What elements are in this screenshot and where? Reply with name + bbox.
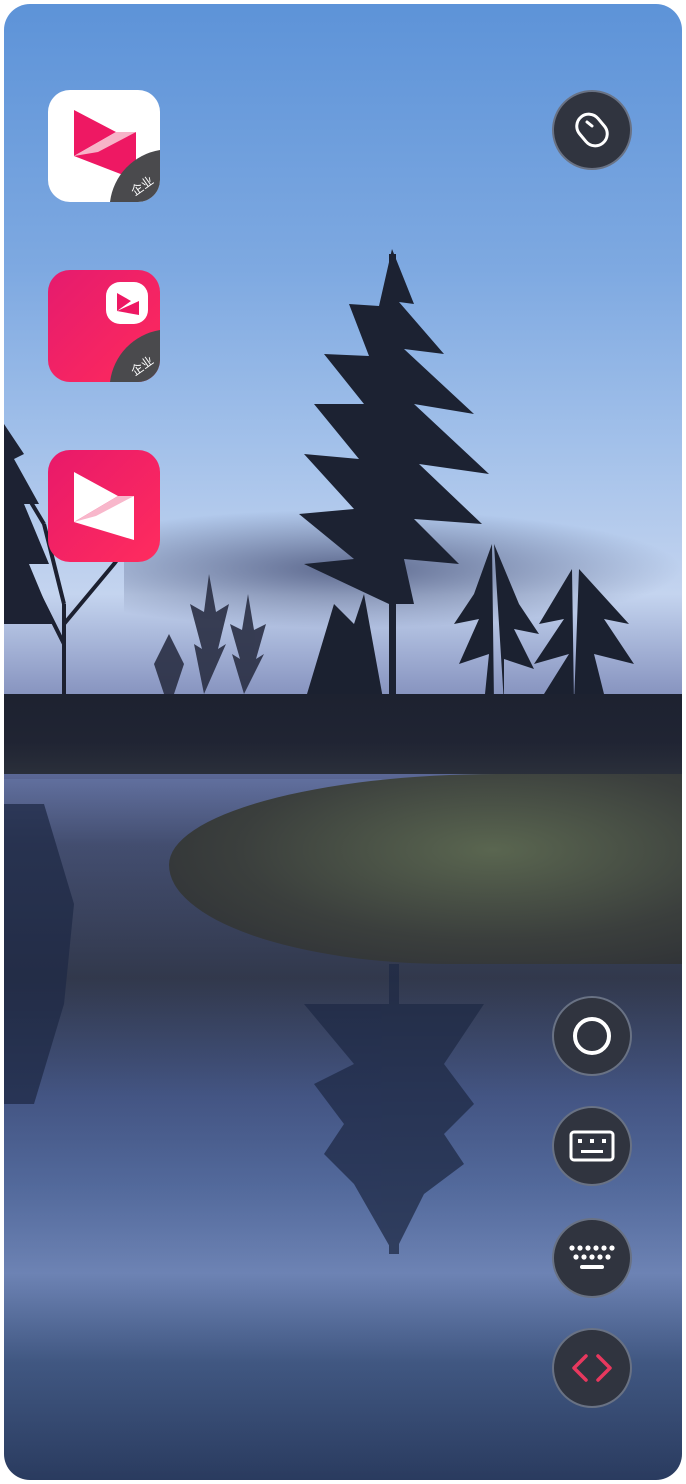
media-app-icon[interactable] <box>48 450 160 562</box>
keyboard-button[interactable] <box>552 1218 632 1298</box>
home-button[interactable] <box>552 996 632 1076</box>
keyboard-panel-icon <box>569 1130 615 1162</box>
keyboard-panel-button[interactable] <box>552 1106 632 1186</box>
home-circle-icon <box>573 1017 611 1055</box>
enterprise-media-app-icon[interactable]: 企业 <box>48 90 160 202</box>
keyboard-icon <box>569 1245 615 1269</box>
code-button[interactable] <box>552 1328 632 1408</box>
code-brackets-icon <box>572 1354 612 1382</box>
mouse-icon <box>575 112 609 148</box>
enterprise-media-app-alt-icon[interactable]: 企业 <box>48 270 160 382</box>
mouse-mode-button[interactable] <box>552 90 632 170</box>
